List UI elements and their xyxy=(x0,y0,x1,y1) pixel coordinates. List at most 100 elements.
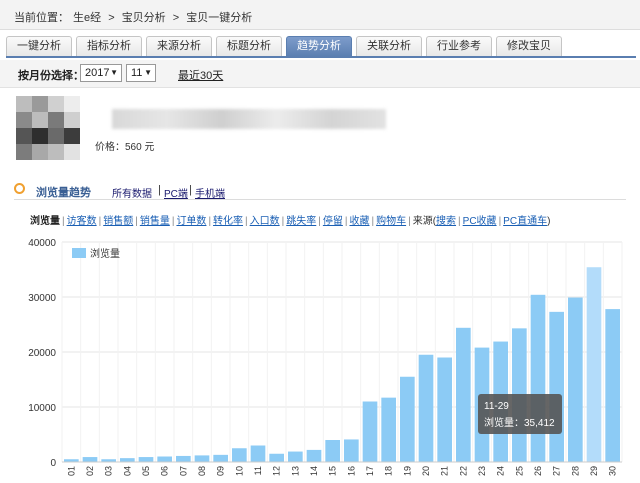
x-tick-label: 28 xyxy=(570,466,580,476)
year-select[interactable]: 2017 ▼ xyxy=(80,64,122,82)
bar-day-12[interactable] xyxy=(269,453,284,462)
x-tick-label: 20 xyxy=(421,466,431,476)
bar-day-15[interactable] xyxy=(325,440,340,462)
x-tick-label: 03 xyxy=(104,466,114,476)
metric-link-sales-amount[interactable]: 销售额 xyxy=(103,216,133,227)
x-tick-label: 04 xyxy=(122,466,132,476)
bar-day-20[interactable] xyxy=(418,354,434,462)
tab-source[interactable]: 来源分析 xyxy=(146,36,212,56)
x-tick-label: 26 xyxy=(533,466,543,476)
bar-day-14[interactable] xyxy=(306,449,322,462)
x-tick-label: 23 xyxy=(477,466,487,476)
chevron-down-icon: ▼ xyxy=(110,68,118,77)
x-tick-label: 13 xyxy=(290,466,300,476)
bar-day-02[interactable] xyxy=(82,457,98,462)
bar-day-29[interactable] xyxy=(586,267,602,462)
tab-bar: 一键分析 指标分析 来源分析 标题分析 趋势分析 关联分析 行业参考 修改宝贝 xyxy=(6,36,636,58)
month-select-value: 11 xyxy=(131,67,143,79)
bar-day-26[interactable] xyxy=(530,294,546,462)
metric-link-visitors[interactable]: 访客数 xyxy=(67,216,97,227)
metric-link-pc-ads[interactable]: PC直通车 xyxy=(503,216,547,227)
x-tick-label: 17 xyxy=(365,466,375,476)
all-data-link[interactable]: 所有数据 xyxy=(112,185,152,200)
x-tick-label: 06 xyxy=(160,466,170,476)
bar-day-17[interactable] xyxy=(362,401,378,463)
bar-day-04[interactable] xyxy=(120,458,135,462)
x-tick-label: 21 xyxy=(440,466,450,476)
bar-day-30[interactable] xyxy=(605,309,620,462)
chevron-down-icon: ▼ xyxy=(144,68,152,77)
bar-day-27[interactable] xyxy=(549,311,564,462)
metric-link-pc-favorites[interactable]: PC收藏 xyxy=(463,216,497,227)
metric-link-favorites[interactable]: 收藏 xyxy=(349,216,369,227)
breadcrumb-item-root[interactable]: 生e经 xyxy=(73,12,101,24)
tab-edit-item[interactable]: 修改宝贝 xyxy=(496,36,562,56)
x-tick-label: 27 xyxy=(552,466,562,476)
month-selector-label: 按月份选择： xyxy=(18,70,84,82)
x-tick-label: 02 xyxy=(85,466,95,476)
bar-day-08[interactable] xyxy=(194,455,210,462)
circle-bullet-icon xyxy=(14,183,25,194)
mobile-link[interactable]: 手机端 xyxy=(195,185,225,200)
x-tick-label: 14 xyxy=(309,466,319,476)
pc-link[interactable]: PC端 xyxy=(164,185,188,200)
x-tick-label: 15 xyxy=(328,466,338,476)
tab-industry[interactable]: 行业参考 xyxy=(426,36,492,56)
x-tick-label: 12 xyxy=(272,466,282,476)
bar-day-07[interactable] xyxy=(176,455,191,462)
tooltip-date: 11-29 xyxy=(484,401,509,412)
recent-30-days-link[interactable]: 最近30天 xyxy=(178,67,223,83)
metric-link-bounce[interactable]: 跳失率 xyxy=(286,216,316,227)
tab-related[interactable]: 关联分析 xyxy=(356,36,422,56)
product-thumbnail[interactable] xyxy=(16,96,80,160)
bar-day-22[interactable] xyxy=(456,327,471,462)
x-tick-label: 11 xyxy=(253,466,263,475)
bar-day-19[interactable] xyxy=(400,376,415,462)
metric-current[interactable]: 浏览量 xyxy=(30,216,60,227)
metric-link-stay[interactable]: 停留 xyxy=(323,216,343,227)
bar-day-05[interactable] xyxy=(138,457,154,462)
x-tick-label: 09 xyxy=(216,466,226,476)
x-tick-label: 29 xyxy=(589,466,599,476)
metric-link-sales-count[interactable]: 销售量 xyxy=(140,216,170,227)
bar-day-21[interactable] xyxy=(437,357,452,463)
tab-metrics[interactable]: 指标分析 xyxy=(76,36,142,56)
x-tick-label: 22 xyxy=(458,466,468,476)
bar-day-11[interactable] xyxy=(250,445,266,463)
x-tick-label: 18 xyxy=(384,466,394,476)
metric-link-conversion[interactable]: 转化率 xyxy=(213,216,243,227)
metric-link-search[interactable]: 搜索 xyxy=(436,216,456,227)
month-selector-bar: 按月份选择： 2017 ▼ 11 ▼ 最近30天 xyxy=(0,60,640,88)
metric-link-entries[interactable]: 入口数 xyxy=(250,216,280,227)
x-tick-label: 24 xyxy=(496,466,506,476)
x-tick-label: 08 xyxy=(197,466,207,476)
trend-section-header: 浏览量趋势 所有数据 | PC端 | 手机端 xyxy=(14,180,626,200)
tab-title[interactable]: 标题分析 xyxy=(216,36,282,56)
breadcrumb-item-product-analysis[interactable]: 宝贝分析 xyxy=(122,12,166,24)
tab-one-click[interactable]: 一键分析 xyxy=(6,36,72,56)
y-tick-label: 0 xyxy=(50,458,56,469)
bar-day-06[interactable] xyxy=(157,456,172,463)
x-tick-label: 25 xyxy=(514,466,524,476)
x-tick-label: 19 xyxy=(402,466,412,476)
bar-day-10[interactable] xyxy=(232,448,247,462)
x-tick-label: 01 xyxy=(66,466,76,476)
metric-link-orders[interactable]: 订单数 xyxy=(176,216,206,227)
y-tick-label: 30000 xyxy=(28,293,56,304)
bar-day-18[interactable] xyxy=(381,397,396,462)
metric-selector: 浏览量 | 访客数 | 销售额 | 销售量 | 订单数 | 转化率 | 入口数 | 跳失率 | 停留 | 收藏 | 购物… xyxy=(30,216,551,227)
bar-day-13[interactable] xyxy=(288,451,303,462)
breadcrumb-item-current: 宝贝一键分析 xyxy=(186,12,253,24)
metric-link-cart[interactable]: 购物车 xyxy=(376,216,406,227)
y-tick-label: 40000 xyxy=(28,238,56,249)
x-tick-label: 16 xyxy=(346,466,356,476)
product-title-redacted xyxy=(112,109,386,129)
bar-day-16[interactable] xyxy=(344,439,359,462)
bar-day-09[interactable] xyxy=(213,454,228,462)
metric-source-close: ) xyxy=(547,216,551,227)
breadcrumb-separator: > xyxy=(172,12,180,24)
month-select[interactable]: 11 ▼ xyxy=(126,64,156,82)
tab-trend[interactable]: 趋势分析 xyxy=(286,36,352,57)
x-tick-label: 10 xyxy=(234,466,244,476)
bar-day-28[interactable] xyxy=(568,297,583,462)
